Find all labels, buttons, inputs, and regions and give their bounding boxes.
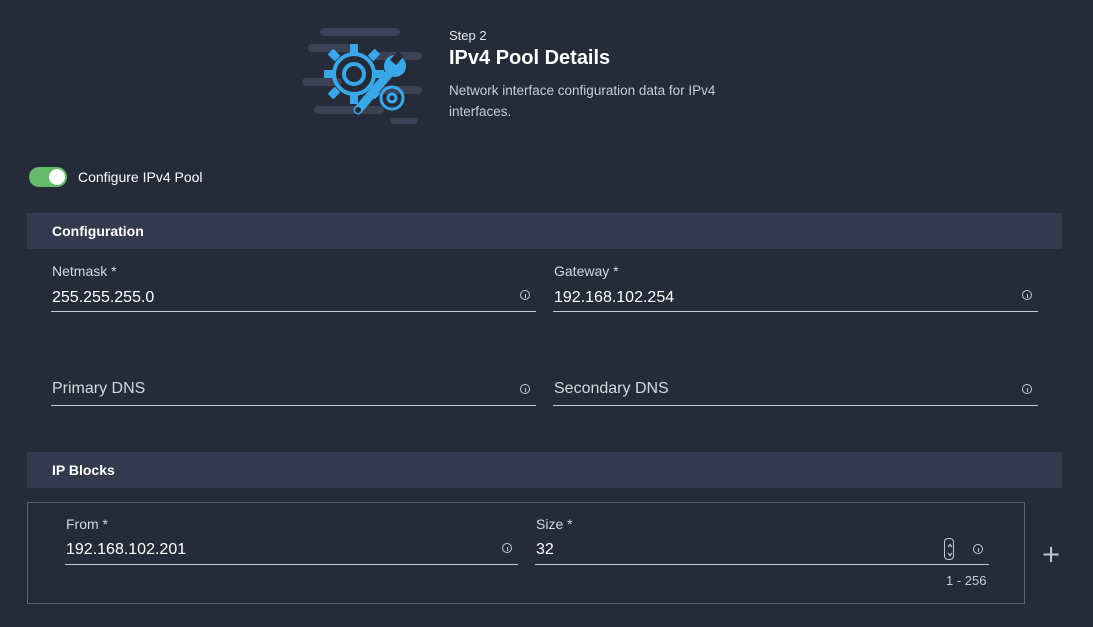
add-ip-block-button[interactable]: + — [1040, 541, 1062, 567]
size-underline — [535, 564, 989, 565]
from-label: From * — [66, 516, 108, 532]
configuration-section-title: Configuration — [52, 223, 144, 239]
configuration-section-header: Configuration — [27, 213, 1062, 249]
configure-ipv4-pool-toggle[interactable] — [29, 167, 67, 187]
gateway-input[interactable]: 192.168.102.254 — [554, 289, 1014, 307]
size-stepper[interactable] — [944, 538, 954, 560]
size-range-hint: 1 - 256 — [946, 573, 987, 588]
toggle-knob — [49, 169, 65, 185]
netmask-input[interactable]: 255.255.255.0 — [52, 289, 512, 307]
page-title: IPv4 Pool Details — [449, 47, 611, 69]
netmask-underline — [51, 311, 536, 312]
gateway-label: Gateway * — [554, 263, 619, 279]
secondary-dns-info-icon[interactable] — [1022, 384, 1032, 394]
primary-dns-info-icon[interactable] — [520, 384, 530, 394]
page-description: Network interface configuration data for… — [449, 83, 716, 119]
netmask-label: Netmask * — [52, 263, 117, 279]
size-info-icon[interactable] — [973, 544, 983, 554]
from-underline — [65, 564, 518, 565]
secondary-dns-underline — [553, 405, 1038, 406]
primary-dns-underline — [51, 405, 536, 406]
ip-blocks-section-title: IP Blocks — [52, 462, 115, 478]
from-input[interactable]: 192.168.102.201 — [66, 541, 486, 559]
stepper-arrows-icon — [947, 543, 953, 557]
ip-blocks-section-header: IP Blocks — [27, 452, 1062, 488]
settings-wrench-illustration — [302, 28, 422, 124]
gateway-underline — [553, 311, 1038, 312]
gateway-info-icon[interactable] — [1022, 290, 1032, 300]
primary-dns-input[interactable]: Primary DNS — [52, 380, 512, 398]
netmask-info-icon[interactable] — [520, 290, 530, 300]
size-label: Size * — [536, 516, 573, 532]
size-input[interactable]: 32 — [536, 541, 916, 559]
from-info-icon[interactable] — [502, 543, 512, 553]
step-number: Step 2 — [449, 28, 487, 43]
configure-ipv4-pool-label: Configure IPv4 Pool — [78, 169, 203, 185]
secondary-dns-input[interactable]: Secondary DNS — [554, 380, 1014, 398]
